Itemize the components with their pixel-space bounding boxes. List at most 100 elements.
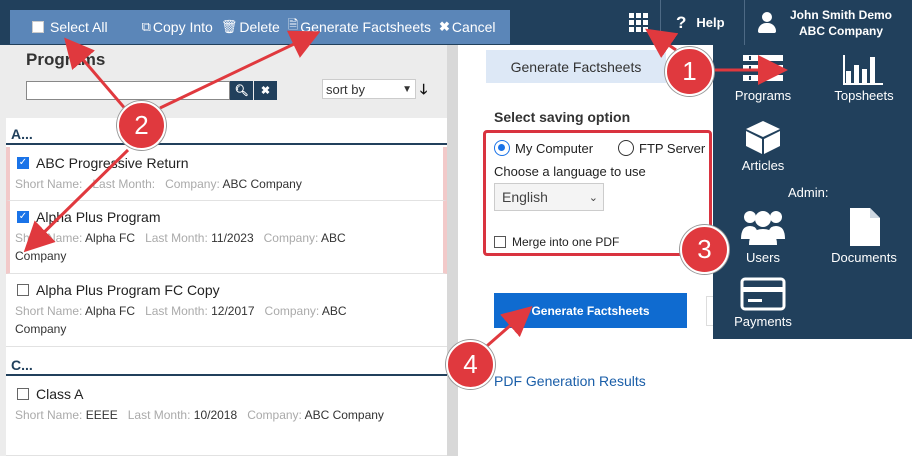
grid-icon	[628, 13, 648, 32]
nav-label: Programs	[734, 88, 792, 103]
program-name: Class A	[36, 386, 84, 402]
sort-by-select[interactable]: sort by ▼	[322, 79, 416, 99]
nav-label: Documents	[831, 250, 897, 265]
last-month-label: Last Month:	[145, 231, 208, 245]
generate-factsheets-toolbar-button[interactable]: 🗎 Generate Factsheets	[284, 16, 435, 38]
delete-button[interactable]: 🗑 Delete	[217, 19, 284, 35]
language-value: English	[502, 189, 548, 205]
short-name-label: Short Name:	[15, 408, 83, 422]
program-item[interactable]: Alpha Plus Program FC Copy Short Name: A…	[6, 274, 447, 347]
company-value: ABC Company	[222, 177, 302, 191]
close-icon: ✖	[260, 85, 271, 97]
users-icon	[741, 211, 785, 245]
copy-into-button[interactable]: ⧉ Copy Into	[138, 19, 217, 35]
program-list: A... ✓ ABC Progressive Return Short Name:…	[6, 118, 447, 456]
nav-label: Articles	[741, 158, 785, 173]
saving-option-title: Select saving option	[494, 109, 631, 125]
merge-pdf-checkbox[interactable]	[494, 236, 506, 248]
select-all-checkbox[interactable]	[32, 21, 44, 33]
cube-icon	[746, 121, 780, 154]
radio-ftp-server[interactable]: FTP Server	[618, 140, 705, 156]
nav-label: Users	[746, 250, 780, 265]
user-menu[interactable]: John Smith Demo ABC Company	[746, 0, 912, 45]
nav-item-topsheets[interactable]: Topsheets	[829, 53, 899, 103]
company-label: Company:	[247, 408, 302, 422]
short-name-value: Alpha FC	[85, 304, 136, 318]
annotation-badge-2: 2	[117, 101, 166, 150]
program-name: Alpha Plus Program	[36, 209, 161, 225]
merge-pdf-label: Merge into one PDF	[512, 235, 620, 249]
generate-factsheets-label: Generate Factsheets	[300, 19, 432, 35]
group-header: A...	[6, 118, 447, 145]
user-company: ABC Company	[799, 23, 884, 38]
selection-toolbar: Select All ⧉ Copy Into 🗑 Delete 🗎 Genera…	[10, 10, 510, 44]
clear-search-button[interactable]: ✖	[254, 81, 277, 100]
last-month-value: 10/2018	[193, 408, 238, 422]
trash-icon: 🗑	[220, 19, 238, 34]
search-button[interactable]: 🔍︎	[230, 81, 253, 100]
company-value: ABC Company	[304, 408, 384, 422]
apps-grid-button[interactable]	[618, 0, 658, 45]
pdf-results-link[interactable]: PDF Generation Results	[494, 373, 646, 389]
bar-chart-icon	[843, 55, 883, 85]
short-name-label: Short Name:	[15, 231, 83, 245]
company-label: Company:	[264, 304, 320, 318]
nav-item-programs[interactable]: Programs	[733, 53, 793, 103]
credit-card-icon	[740, 277, 786, 311]
select-all-label: Select All	[50, 19, 108, 35]
help-label: Help	[696, 15, 725, 30]
nav-label: Payments	[734, 314, 792, 329]
search-icon: 🔍︎	[234, 85, 249, 97]
program-checkbox[interactable]	[17, 388, 29, 400]
programs-title: Programs	[26, 50, 106, 69]
program-item[interactable]: Class A Short Name: EEEE Last Month: 10/…	[6, 378, 447, 456]
program-checkbox[interactable]: ✓	[17, 157, 29, 169]
user-name: John Smith Demo	[790, 7, 893, 22]
program-item[interactable]: ✓ Alpha Plus Program Short Name: Alpha FC…	[6, 201, 447, 274]
header-divider	[744, 0, 745, 45]
program-name: Alpha Plus Program FC Copy	[36, 282, 220, 298]
nav-item-articles[interactable]: Articles	[733, 119, 793, 173]
language-select[interactable]: English ⌄	[494, 183, 604, 211]
help-button[interactable]: ? Help	[662, 0, 725, 45]
user-icon	[758, 11, 776, 34]
short-name-value: Alpha FC	[85, 231, 136, 245]
program-search-input[interactable]	[26, 81, 230, 100]
language-label: Choose a language to use	[494, 164, 646, 179]
short-name-label: Short Name:	[15, 304, 83, 318]
nav-label: Topsheets	[834, 88, 894, 103]
radio-button[interactable]	[494, 140, 510, 156]
program-checkbox[interactable]	[17, 284, 29, 296]
radio-button[interactable]	[618, 140, 634, 156]
panel-splitter[interactable]	[447, 45, 458, 456]
last-month-label: Last Month:	[145, 304, 208, 318]
nav-item-documents[interactable]: Documents	[827, 207, 901, 265]
merge-pdf-option[interactable]: Merge into one PDF	[494, 235, 619, 249]
radio-my-computer[interactable]: My Computer	[494, 140, 593, 156]
user-names: John Smith Demo ABC Company	[790, 7, 892, 39]
nav-item-users[interactable]: Users	[735, 205, 791, 265]
sort-direction-arrow-icon[interactable]: 🡓	[420, 79, 427, 103]
chevron-down-icon: ⌄	[588, 191, 598, 204]
copy-into-label: Copy Into	[152, 19, 213, 35]
program-checkbox[interactable]: ✓	[17, 211, 29, 223]
close-icon: ✖	[439, 19, 450, 34]
cancel-button[interactable]: ✖ Cancel	[435, 19, 500, 35]
cancel-label: Cancel	[451, 19, 496, 35]
program-item[interactable]: ✓ ABC Progressive Return Short Name: Last…	[6, 147, 447, 201]
quick-nav-panel: Programs Topsheets Articles Admin: Users…	[713, 45, 912, 339]
copy-icon: ⧉	[141, 19, 151, 34]
chevron-down-icon: ▼	[402, 83, 412, 95]
short-name-value: EEEE	[85, 408, 118, 422]
select-all-button[interactable]: Select All	[10, 19, 112, 35]
generate-factsheets-button[interactable]: Generate Factsheets	[494, 293, 687, 328]
last-month-value: 11/2023	[211, 231, 254, 245]
last-month-label: Last Month:	[127, 408, 191, 422]
radio-label: My Computer	[515, 140, 594, 156]
tab-generate-factsheets[interactable]: Generate Factsheets	[486, 50, 666, 83]
list-icon	[743, 55, 783, 81]
admin-label: Admin:	[788, 185, 829, 200]
short-name-label: Short Name:	[15, 177, 83, 191]
company-label: Company:	[165, 177, 220, 191]
nav-item-payments[interactable]: Payments	[731, 277, 795, 329]
